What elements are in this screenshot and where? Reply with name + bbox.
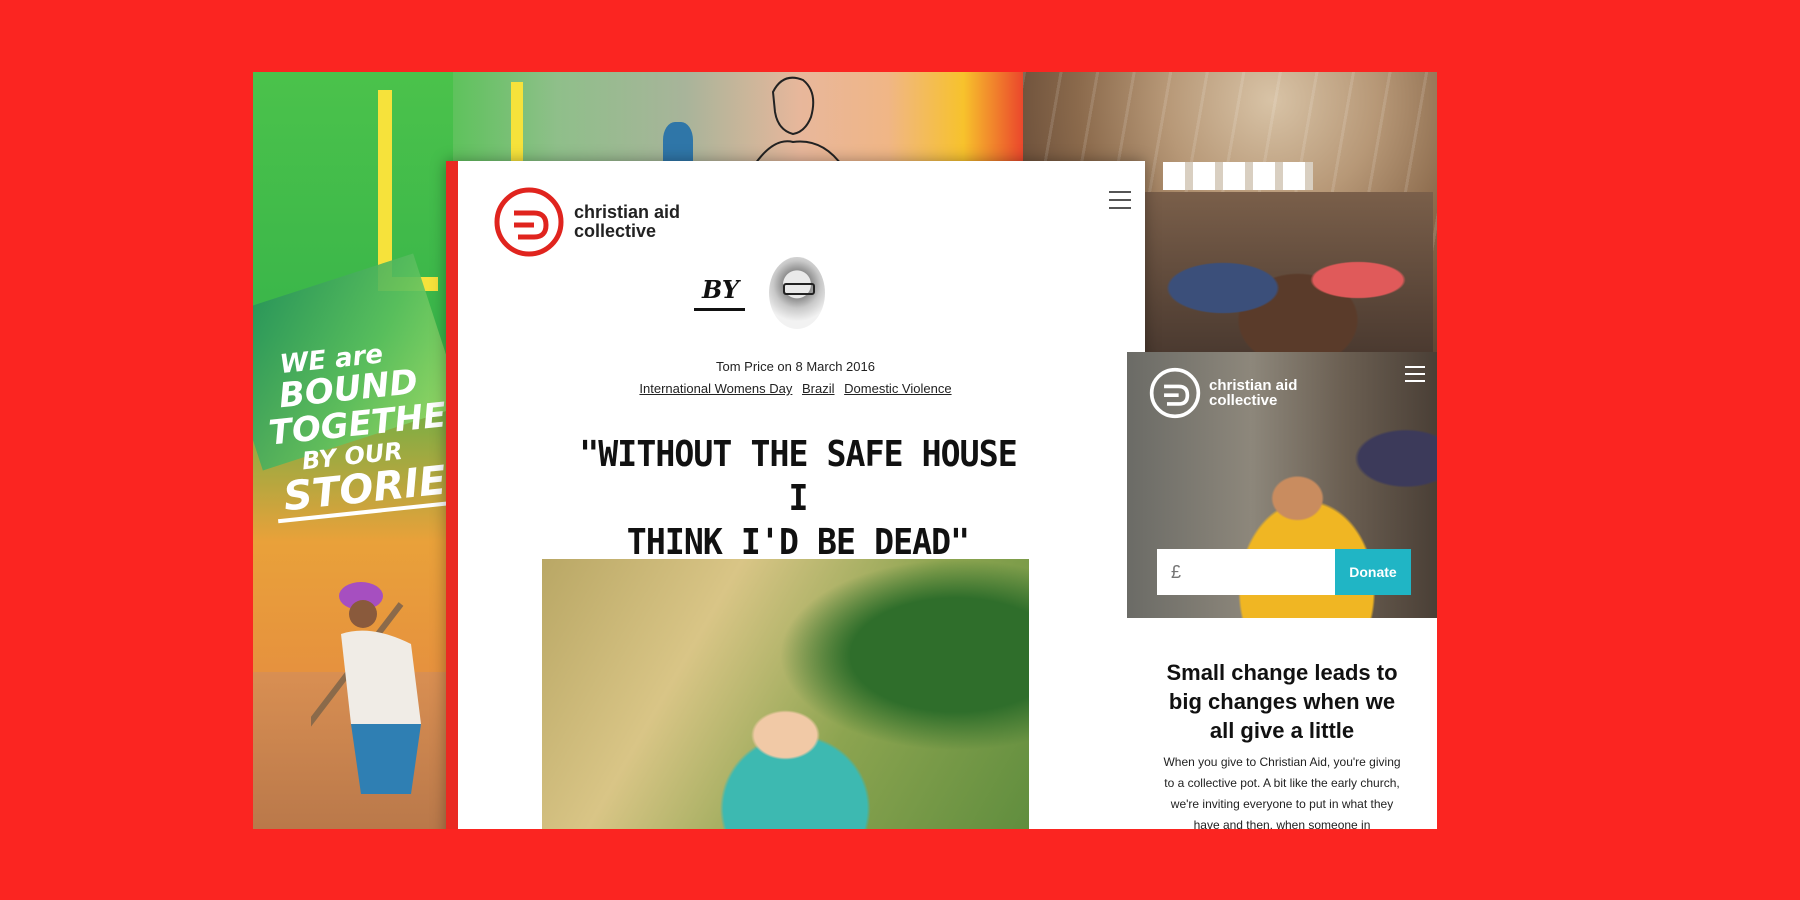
tag-link[interactable]: Brazil (802, 381, 835, 396)
collage-strip (453, 72, 1033, 167)
tag-link[interactable]: International Womens Day (639, 381, 792, 396)
donation-amount-input[interactable] (1157, 549, 1335, 595)
brand-name: christian aid collective (574, 203, 680, 241)
tag-link[interactable]: Domestic Violence (844, 381, 951, 396)
campaign-poster: WE are BOUND TOGETHER BY OUR STORIES (253, 72, 453, 829)
sketch-portrait-graphic (752, 76, 844, 167)
author-date: Tom Price on 8 March 2016 (716, 359, 875, 374)
yurt-people (1133, 192, 1433, 352)
donate-title: Small change leads to big changes when w… (1166, 660, 1398, 743)
brand-name-line: collective (1209, 392, 1278, 409)
article-hero-photo (542, 559, 1029, 829)
donate-page-mockup: christian aid collective Donate Small ch… (1127, 352, 1437, 829)
hamburger-menu-icon[interactable] (1109, 191, 1131, 209)
by-label: BY (694, 275, 745, 311)
brand-logo[interactable]: christian aid collective (1149, 366, 1297, 420)
author-byline: BY (694, 257, 825, 329)
showcase-collage: WE are BOUND TOGETHER BY OUR STORIES chr… (253, 72, 1437, 829)
article-headline: "WITHOUT THE SAFE HOUSE I THINK I'D BE D… (568, 433, 1028, 565)
hamburger-menu-icon[interactable] (1405, 366, 1425, 382)
brand-name-line: collective (574, 221, 657, 241)
christian-aid-logo-icon (494, 187, 564, 257)
brand-name-line: christian aid (574, 202, 681, 222)
brand-name: christian aid collective (1209, 378, 1297, 408)
article-tags: International Womens Day Brazil Domestic… (458, 381, 1133, 396)
brand-logo[interactable]: christian aid collective (494, 185, 680, 259)
headline-line: "WITHOUT THE SAFE HOUSE I (579, 434, 1017, 519)
article-page-mockup: christian aid collective BY Tom Price on… (446, 161, 1145, 829)
yurt-photo-frames (1163, 162, 1313, 190)
christian-aid-logo-icon (1149, 367, 1201, 419)
strip-yellow-stripe (511, 82, 523, 167)
donate-body-text: When you give to Christian Aid, you're g… (1163, 755, 1401, 829)
brand-name-line: christian aid (1209, 377, 1298, 394)
donate-hero-photo: christian aid collective Donate (1127, 352, 1437, 618)
poster-slogan: WE are BOUND TOGETHER BY OUR STORIES (261, 335, 453, 524)
author-avatar (769, 257, 825, 329)
donate-button[interactable]: Donate (1335, 549, 1411, 595)
worker-illustration (311, 582, 421, 794)
